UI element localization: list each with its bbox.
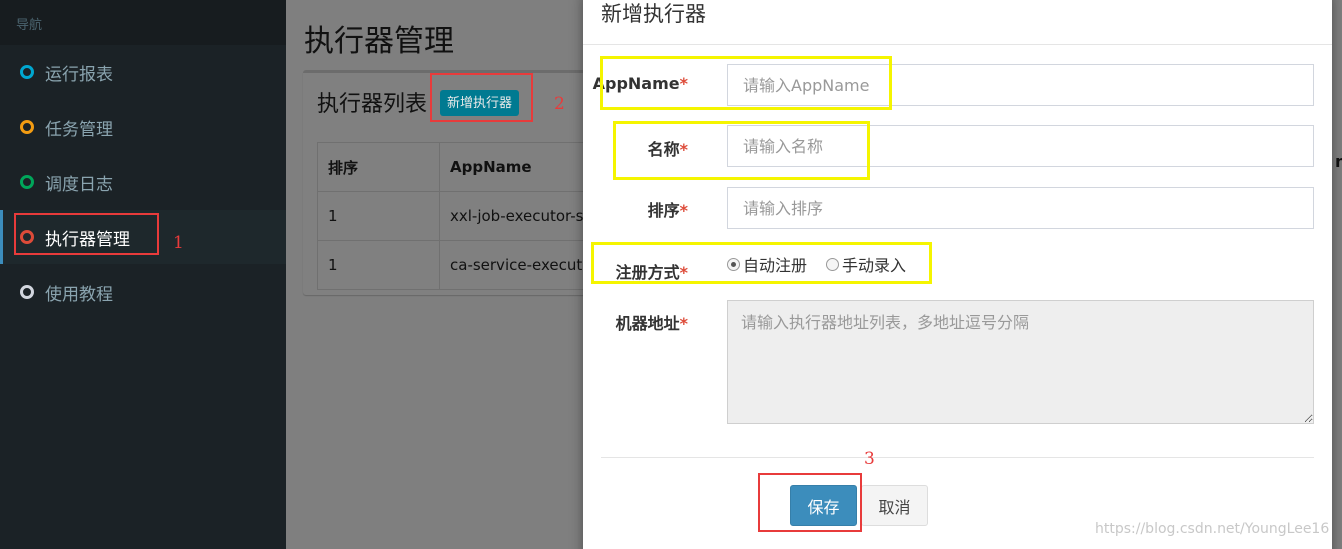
sidebar-item-label: 任务管理 <box>45 119 113 140</box>
sidebar-item-help[interactable]: 使用教程 <box>0 265 286 319</box>
sidebar-item-label: 执行器管理 <box>45 229 130 250</box>
column-header[interactable]: 排序 <box>317 142 440 192</box>
modal-header-divider <box>583 44 1332 45</box>
radio-unchecked-icon[interactable] <box>826 257 840 271</box>
add-executor-button[interactable]: 新增执行器 <box>440 90 520 116</box>
sidebar-item-reports[interactable]: 运行报表 <box>0 45 286 99</box>
title-input[interactable] <box>727 125 1314 167</box>
title-label: 名称* <box>647 140 688 159</box>
clipped-table-header: n <box>1335 152 1342 171</box>
radio-checked-icon[interactable] <box>727 257 740 271</box>
appname-label: AppName* <box>592 74 688 93</box>
annotation-number-3: 3 <box>864 449 875 469</box>
radio-label: 自动注册 <box>743 256 808 275</box>
sidebar-item-logs[interactable]: 调度日志 <box>0 155 286 209</box>
address-list-label: 机器地址* <box>615 314 688 333</box>
save-button[interactable]: 保存 <box>790 485 857 526</box>
sidebar-item-tasks[interactable]: 任务管理 <box>0 100 286 154</box>
cancel-button[interactable]: 取消 <box>861 485 928 526</box>
table-cell: 1 <box>317 191 440 241</box>
annotation-number-1: 1 <box>173 233 184 253</box>
sidebar-item-label: 调度日志 <box>45 174 113 195</box>
order-label: 排序* <box>647 201 688 220</box>
circle-icon <box>20 65 34 79</box>
sidebar-item-executors[interactable]: 执行器管理 <box>0 210 286 264</box>
appname-input[interactable] <box>727 64 1314 106</box>
modal-footer-divider <box>601 457 1314 458</box>
radio-option-auto[interactable]: 自动注册 <box>727 252 807 276</box>
add-executor-modal: 新增执行器 AppName* 名称* 排序* 注册方式* 自动注册 手动录入 机… <box>583 0 1332 549</box>
address-list-textarea[interactable] <box>727 300 1314 424</box>
modal-title: 新增执行器 <box>601 2 706 26</box>
sidebar: 导航 运行报表 任务管理 调度日志 执行器管理 使用教程 <box>0 0 286 549</box>
circle-icon <box>20 285 34 299</box>
watermark: https://blog.csdn.net/YoungLee16 <box>1095 521 1330 537</box>
address-type-radio-group: 自动注册 手动录入 <box>727 252 925 276</box>
table-cell: 1 <box>317 240 440 290</box>
sidebar-item-label: 使用教程 <box>45 284 113 305</box>
box-title: 执行器列表 <box>317 92 428 117</box>
page-title: 执行器管理 <box>304 24 454 59</box>
annotation-number-2: 2 <box>554 94 565 114</box>
circle-icon <box>20 230 34 244</box>
radio-label: 手动录入 <box>842 256 907 275</box>
radio-option-manual[interactable]: 手动录入 <box>826 252 906 276</box>
order-input[interactable] <box>727 187 1314 229</box>
sidebar-item-label: 运行报表 <box>45 64 113 85</box>
circle-icon <box>20 120 34 134</box>
address-type-label: 注册方式* <box>615 263 688 282</box>
sidebar-header: 导航 <box>0 0 286 45</box>
circle-icon <box>20 175 34 189</box>
